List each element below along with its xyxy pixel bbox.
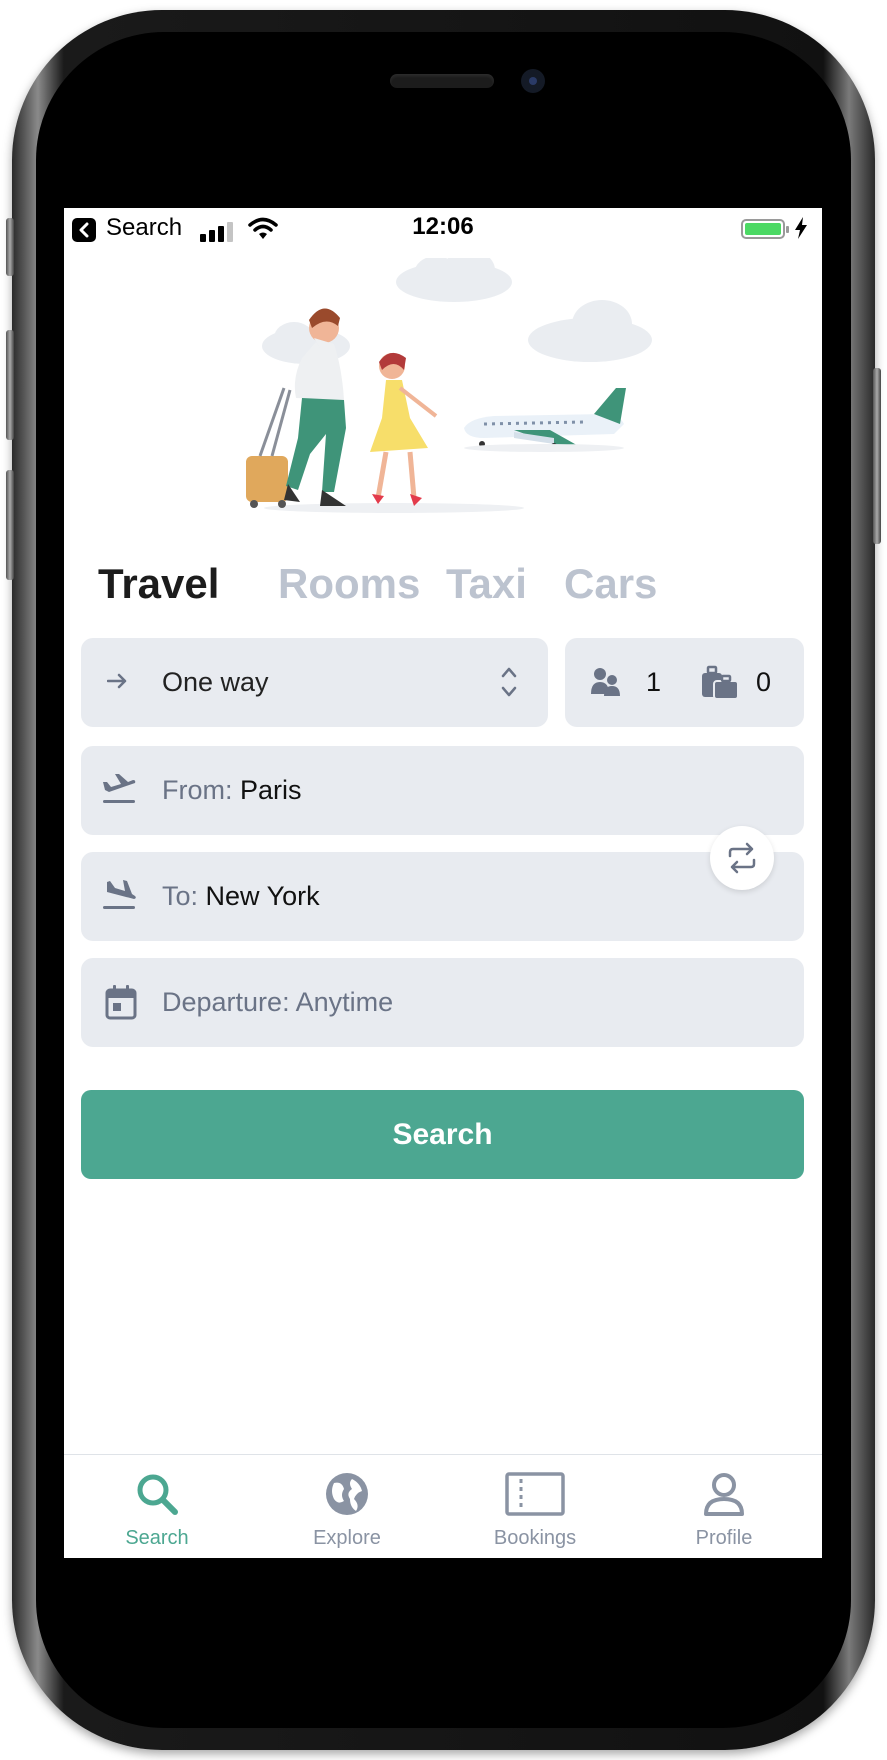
to-label: To: New York (162, 881, 320, 912)
trip-type-select[interactable]: One way (81, 638, 548, 727)
trip-type-value: One way (162, 667, 269, 697)
arrow-right-icon (106, 672, 129, 695)
nav-bookings[interactable]: Bookings (460, 1455, 610, 1558)
nav-profile-label: Profile (695, 1527, 753, 1549)
tab-taxi[interactable]: Taxi (446, 560, 527, 608)
nav-profile[interactable]: Profile (649, 1455, 799, 1558)
tab-travel[interactable]: Travel (98, 560, 219, 608)
bags-count: 0 (756, 667, 772, 697)
globe-icon (324, 1471, 370, 1522)
nav-bookings-label: Bookings (493, 1527, 577, 1549)
volume-down-button (6, 470, 14, 580)
status-time: 12:06 (412, 213, 474, 240)
swap-locations-button[interactable] (710, 826, 774, 890)
battery-icon (741, 219, 785, 239)
status-bar: Search 12:06 (64, 208, 822, 250)
landing-icon (101, 878, 137, 917)
passengers-icon (589, 666, 621, 703)
from-field[interactable]: From: Paris (81, 746, 804, 835)
search-button[interactable]: Search (81, 1090, 804, 1179)
tab-rooms[interactable]: Rooms (278, 560, 420, 608)
takeoff-icon (101, 772, 137, 811)
passengers-bags-selector[interactable]: 1 0 (565, 638, 804, 727)
front-camera (521, 69, 545, 93)
baggage-icon (700, 663, 740, 706)
nav-explore[interactable]: Explore (272, 1455, 422, 1558)
nav-search[interactable]: Search (82, 1455, 232, 1558)
swap-icon (728, 842, 756, 874)
nav-explore-label: Explore (313, 1527, 381, 1549)
tab-cars[interactable]: Cars (564, 560, 657, 608)
calendar-icon (105, 984, 137, 1025)
departure-field[interactable]: Departure: Anytime (81, 958, 804, 1047)
travel-illustration (214, 250, 714, 518)
bottom-tab-bar: Search Explore Bookings Profile (64, 1454, 822, 1558)
to-value: New York (205, 881, 320, 911)
earpiece-speaker (390, 74, 494, 88)
battery-cap (786, 226, 789, 233)
ticket-icon (504, 1471, 566, 1522)
passenger-count: 1 (646, 667, 662, 697)
from-prefix: From: (162, 775, 233, 805)
nav-search-label: Search (125, 1527, 189, 1549)
app-screen: Search 12:06 Travel Rooms Taxi Cars One … (64, 208, 822, 1558)
search-icon (134, 1471, 180, 1522)
charging-bolt-icon (794, 217, 808, 244)
category-tabs: Travel Rooms Taxi Cars (98, 560, 808, 620)
departure-label: Departure: Anytime (162, 987, 394, 1017)
from-value: Paris (240, 775, 302, 805)
person-icon (701, 1471, 747, 1522)
to-prefix: To: (162, 881, 199, 911)
from-label: From: Paris (162, 775, 302, 806)
mute-switch (6, 218, 14, 276)
chevron-up-down-icon (500, 664, 518, 705)
volume-up-button (6, 330, 14, 440)
power-button (873, 368, 881, 544)
to-field[interactable]: To: New York (81, 852, 804, 941)
